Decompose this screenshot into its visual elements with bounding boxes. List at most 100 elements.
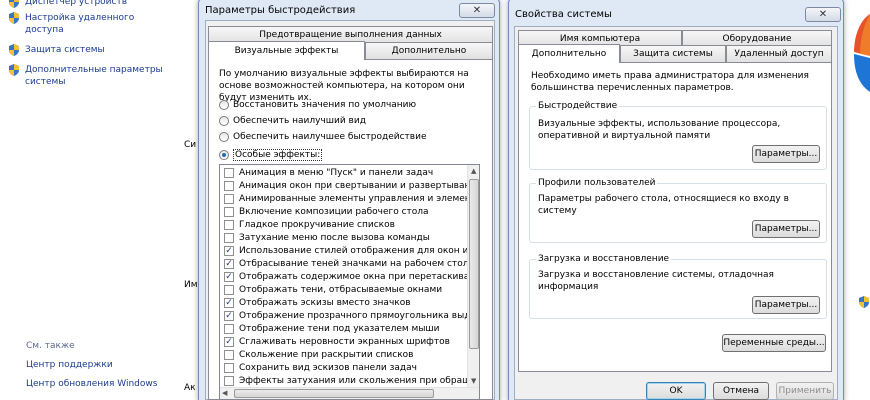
effect-checkbox-row[interactable]: Отображать тени, отбрасываемые окнами	[224, 285, 442, 295]
scroll-down-icon[interactable]: ▼	[471, 377, 476, 385]
performance-settings-button[interactable]: Параметры...	[752, 145, 820, 163]
sidebar-item-device-manager[interactable]: Диспетчер устройств	[8, 0, 127, 8]
radio-indicator	[219, 116, 229, 126]
sidebar-item-advanced-settings[interactable]: Дополнительные параметры системы	[8, 64, 193, 88]
admin-note: Необходимо иметь права администратора дл…	[531, 71, 809, 93]
ok-button[interactable]: OK	[646, 382, 706, 400]
effect-label: Эффекты затухания или скольжения при обр…	[239, 376, 480, 386]
scroll-left-icon[interactable]: ◀	[222, 389, 227, 397]
profiles-settings-button[interactable]: Параметры...	[752, 220, 820, 238]
tab-visual-effects[interactable]: Визуальные эффекты	[208, 41, 365, 60]
sidebar-item-label: Дополнительные параметры системы	[25, 65, 163, 87]
effect-label: Отображение тени под указателем мыши	[239, 324, 440, 334]
effect-checkbox-row[interactable]: ✓ Использование стилей отображения для ок…	[224, 246, 480, 256]
sidebar-item-label: Диспетчер устройств	[25, 0, 128, 7]
radio-best-performance[interactable]: Обеспечить наилучшее быстродействие	[219, 132, 427, 142]
shield-icon	[9, 64, 19, 76]
effect-checkbox-row[interactable]: Сохранить вид эскизов панели задач	[224, 363, 417, 373]
radio-indicator	[219, 150, 229, 160]
close-button[interactable]: ✕	[459, 3, 495, 18]
effect-checkbox-row[interactable]: Затухание меню после вызова команды	[224, 233, 430, 243]
close-icon: ✕	[818, 9, 828, 20]
radio-label: Обеспечить наилучшее быстродействие	[233, 132, 427, 142]
effect-checkbox-row[interactable]: Включение композиции рабочего стола	[224, 207, 429, 217]
tab-advanced[interactable]: Дополнительно	[518, 44, 620, 63]
vertical-scrollbar[interactable]: ▲ ▼	[467, 165, 479, 388]
checkbox-unchecked[interactable]	[224, 181, 234, 191]
scroll-up-icon[interactable]: ▲	[471, 167, 476, 175]
dialog-title: Параметры быстродействия	[205, 5, 356, 16]
control-panel-sidebar: Диспетчер устройств Настройка удаленного…	[0, 0, 198, 400]
effect-checkbox-row[interactable]: Эффекты затухания или скольжения при обр…	[224, 376, 480, 386]
tab-remote[interactable]: Удаленный доступ	[726, 45, 832, 62]
radio-label: Восстановить значения по умолчанию	[233, 100, 417, 110]
sidebar-item-label: Защита системы	[25, 45, 105, 55]
effect-checkbox-row[interactable]: Отображение тени под указателем мыши	[224, 324, 440, 334]
dialog-title: Свойства системы	[515, 9, 612, 20]
effect-checkbox-row[interactable]: ✓ Отображать эскизы вместо значков	[224, 298, 411, 308]
group-title: Профили пользователей	[536, 178, 658, 188]
effect-checkbox-row[interactable]: ✓ Отображение прозрачного прямоугольника …	[224, 311, 480, 321]
close-button[interactable]: ✕	[805, 7, 841, 22]
partial-text: Им	[184, 280, 198, 290]
effect-label: Скольжение при раскрытии списков	[239, 350, 414, 360]
link-windows-update[interactable]: Центр обновления Windows	[26, 379, 157, 389]
cancel-button[interactable]: Отмена	[713, 382, 769, 400]
effect-checkbox-row[interactable]: ✓ Отображать содержимое окна при перетаск…	[224, 272, 480, 282]
effect-label: Отображать содержимое окна при перетаски…	[239, 272, 480, 282]
checkbox-checked[interactable]: ✓	[224, 337, 234, 347]
checkbox-unchecked[interactable]	[224, 376, 234, 386]
effect-label: Отображать эскизы вместо значков	[239, 298, 411, 308]
effects-list[interactable]: Анимация в меню "Пуск" и панели задач Ани…	[219, 164, 480, 400]
scrollbar-thumb[interactable]	[469, 179, 479, 349]
sidebar-item-system-protection[interactable]: Защита системы	[8, 44, 105, 56]
checkbox-unchecked[interactable]	[224, 363, 234, 373]
checkbox-checked[interactable]: ✓	[224, 259, 234, 269]
radio-label: Обеспечить наилучший вид	[233, 116, 366, 126]
tab-system-protection[interactable]: Защита системы	[620, 45, 726, 62]
sidebar-item-label: Настройка удаленного доступа	[25, 13, 135, 35]
sidebar-item-remote-settings[interactable]: Настройка удаленного доступа	[8, 12, 178, 36]
checkbox-checked[interactable]: ✓	[224, 311, 234, 321]
effect-label: Использование стилей отображения для око…	[239, 246, 480, 256]
radio-indicator	[219, 132, 229, 142]
checkbox-unchecked[interactable]	[224, 350, 234, 360]
radio-best-appearance[interactable]: Обеспечить наилучший вид	[219, 116, 366, 126]
effect-checkbox-row[interactable]: ✓ Отбрасывание теней значками на рабочем …	[224, 259, 474, 269]
environment-variables-button[interactable]: Переменные среды...	[722, 334, 826, 352]
effect-checkbox-row[interactable]: Скольжение при раскрытии списков	[224, 350, 413, 360]
link-action-center[interactable]: Центр поддержки	[26, 360, 113, 370]
checkbox-unchecked[interactable]	[224, 324, 234, 334]
checkbox-unchecked[interactable]	[224, 220, 234, 230]
startup-settings-button[interactable]: Параметры...	[752, 296, 820, 314]
effect-label: Отображение прозрачного прямоугольника в…	[239, 311, 480, 321]
checkbox-unchecked[interactable]	[224, 194, 234, 204]
checkbox-checked[interactable]: ✓	[224, 298, 234, 308]
effect-checkbox-row[interactable]: ✓ Сглаживать неровности экранных шрифтов	[224, 337, 450, 347]
horizontal-scrollbar[interactable]: ◀	[220, 387, 479, 399]
radio-default[interactable]: Восстановить значения по умолчанию	[219, 100, 416, 110]
checkbox-checked[interactable]: ✓	[224, 246, 234, 256]
effect-label: Гладкое прокручивание списков	[239, 220, 395, 230]
apply-button[interactable]: Применить	[776, 382, 834, 400]
see-also-title: См. также	[26, 341, 75, 351]
shield-icon	[859, 296, 869, 308]
radio-indicator	[219, 100, 229, 110]
close-icon: ✕	[472, 5, 482, 16]
checkbox-unchecked[interactable]	[224, 207, 234, 217]
checkbox-unchecked[interactable]	[224, 285, 234, 295]
checkbox-checked[interactable]: ✓	[224, 272, 234, 282]
scrollbar-thumb[interactable]	[234, 389, 434, 398]
effect-label: Сглаживать неровности экранных шрифтов	[239, 337, 450, 347]
effect-checkbox-row[interactable]: Анимация в меню "Пуск" и панели задач	[224, 168, 433, 178]
effect-checkbox-row[interactable]: Гладкое прокручивание списков	[224, 220, 395, 230]
checkbox-unchecked[interactable]	[224, 233, 234, 243]
tab-advanced[interactable]: Дополнительно	[365, 42, 493, 59]
group-text: Параметры рабочего стола, относящиеся ко…	[538, 194, 789, 216]
effect-checkbox-row[interactable]: Анимированные элементы управления и элем…	[224, 194, 479, 204]
group-text: Визуальные эффекты, использование процес…	[538, 119, 781, 141]
checkbox-unchecked[interactable]	[224, 168, 234, 178]
effect-label: Анимация окон при свертывании и разверты…	[239, 181, 480, 191]
radio-custom[interactable]: Особые эффекты:	[219, 149, 323, 161]
effect-checkbox-row[interactable]: Анимация окон при свертывании и разверты…	[224, 181, 480, 191]
